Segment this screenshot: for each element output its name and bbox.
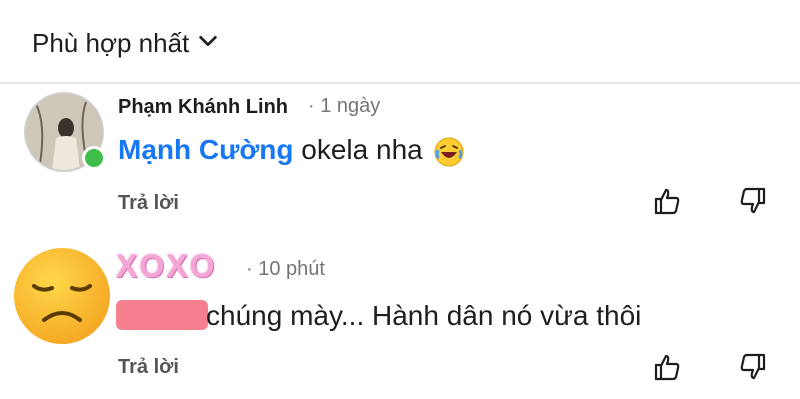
comment-time[interactable]: · 10 phút — [246, 258, 325, 281]
comment-body: chúng mày... Hành dân nó vừa thôi — [206, 300, 642, 331]
reply-button[interactable]: Trả lời — [118, 356, 179, 379]
comment-time[interactable]: · 1 ngày — [308, 95, 380, 118]
thumbs-up-icon[interactable] — [652, 352, 682, 382]
comment-author-stylized[interactable]: XOXO — [116, 248, 216, 285]
comment-text: Mạnh Cường okela nha — [118, 134, 465, 168]
sad-emoji-icon[interactable] — [12, 246, 112, 346]
thumbs-down-icon[interactable] — [738, 352, 768, 382]
online-status-indicator — [82, 146, 106, 170]
sort-label: Phù hợp nhất — [32, 28, 190, 58]
thumbs-down-icon[interactable] — [738, 186, 768, 216]
sort-dropdown[interactable]: Phù hợp nhất — [32, 28, 219, 59]
redaction-mark — [116, 300, 208, 330]
laughing-emoji-icon — [433, 136, 465, 168]
mention-link[interactable]: Mạnh Cường — [118, 134, 294, 165]
divider — [0, 82, 800, 84]
reply-button[interactable]: Trả lời — [118, 192, 179, 215]
chevron-down-icon — [197, 28, 219, 59]
comment-body: okela nha — [293, 134, 423, 165]
comment-author[interactable]: Phạm Khánh Linh — [118, 96, 288, 119]
thumbs-up-icon[interactable] — [652, 186, 682, 216]
